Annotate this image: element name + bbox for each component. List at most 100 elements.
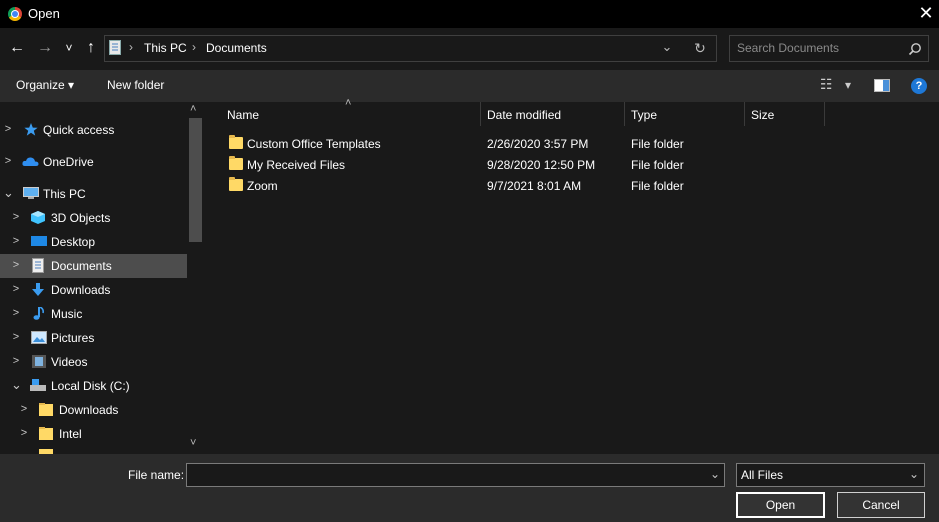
file-name-field[interactable]: [186, 463, 725, 487]
breadcrumb-documents[interactable]: Documents: [206, 41, 267, 55]
file-type: File folder: [631, 179, 684, 193]
forward-icon[interactable]: →: [36, 37, 54, 59]
cube-icon: [31, 211, 45, 224]
sidebar-item-label: OneDrive: [43, 155, 94, 169]
new-folder-button[interactable]: New folder: [107, 78, 164, 92]
sidebar-item-local-disk[interactable]: ⌄ Local Disk (C:): [0, 374, 187, 398]
cancel-button[interactable]: Cancel: [837, 492, 925, 518]
file-name-history-icon[interactable]: ⌄: [710, 467, 720, 481]
expand-chevron-icon[interactable]: >: [11, 306, 21, 320]
column-divider[interactable]: [824, 102, 825, 126]
sidebar-item-videos[interactable]: > Videos: [0, 350, 187, 374]
drive-icon: [30, 379, 46, 391]
organize-button[interactable]: Organize ▾: [16, 78, 74, 92]
sidebar-item-this-pc[interactable]: ⌄ This PC: [0, 182, 187, 206]
breadcrumb-separator: ›: [192, 40, 196, 54]
file-date: 2/26/2020 3:57 PM: [487, 137, 589, 151]
file-type: File folder: [631, 158, 684, 172]
refresh-icon[interactable]: ↻: [690, 37, 710, 59]
expand-chevron-icon[interactable]: >: [19, 426, 29, 440]
sidebar-item-label: Downloads: [51, 283, 111, 297]
expand-chevron-icon[interactable]: >: [11, 330, 21, 344]
expand-chevron-icon[interactable]: >: [11, 354, 21, 368]
download-icon: [32, 283, 44, 296]
address-history-icon[interactable]: ⌄: [658, 36, 676, 58]
expand-chevron-icon[interactable]: >: [19, 402, 29, 416]
open-button[interactable]: Open: [736, 492, 825, 518]
sidebar-item-music[interactable]: > Music: [0, 302, 187, 326]
sidebar-item-label: Intel: [59, 427, 82, 441]
video-icon: [32, 355, 46, 368]
scroll-down-icon[interactable]: ˅: [190, 437, 196, 449]
column-header-date-modified[interactable]: Date modified: [487, 108, 561, 122]
sidebar-scroll-thumb[interactable]: [189, 118, 202, 242]
column-divider[interactable]: [624, 102, 625, 126]
file-name: Zoom: [247, 179, 278, 193]
sidebar-item-label: Quick access: [43, 123, 115, 137]
star-icon: [24, 123, 38, 136]
document-icon: [32, 258, 44, 273]
sidebar-item-label: Pictures: [51, 331, 95, 345]
file-name: Custom Office Templates: [247, 137, 381, 151]
sidebar-item-label: Desktop: [51, 235, 96, 249]
preview-pane-icon[interactable]: [874, 79, 890, 92]
sidebar-item-documents[interactable]: > Documents: [0, 254, 187, 278]
column-header-type[interactable]: Type: [631, 108, 657, 122]
sidebar-item-label: Local Disk (C:): [51, 379, 130, 393]
expand-chevron-icon[interactable]: >: [11, 282, 21, 296]
sidebar-item-pictures[interactable]: > Pictures: [0, 326, 187, 350]
breadcrumb-this-pc[interactable]: This PC: [144, 41, 187, 55]
sidebar-item-c-downloads[interactable]: > Downloads: [0, 398, 187, 422]
folder-icon: [39, 427, 53, 440]
sidebar-item-intel[interactable]: > Intel: [0, 422, 187, 446]
column-divider[interactable]: [480, 102, 481, 126]
scroll-up-icon[interactable]: ˄: [190, 103, 196, 115]
recent-locations-icon[interactable]: ˅: [62, 37, 76, 59]
sidebar-item-label: Music: [51, 307, 83, 321]
documents-location-icon: [109, 40, 121, 55]
file-type: File folder: [631, 137, 684, 151]
up-icon[interactable]: ↑: [82, 37, 100, 59]
expand-chevron-icon[interactable]: >: [3, 122, 13, 136]
expand-chevron-icon[interactable]: >: [11, 258, 21, 272]
file-row[interactable]: My Received Files 9/28/2020 12:50 PM Fil…: [222, 155, 822, 175]
sidebar-item-3d-objects[interactable]: > 3D Objects: [0, 206, 187, 230]
window-title: Open: [28, 6, 60, 21]
folder-icon: [229, 156, 243, 170]
breadcrumb-separator: ›: [129, 40, 133, 54]
help-icon[interactable]: ?: [911, 78, 927, 94]
column-header-name[interactable]: Name: [227, 108, 259, 122]
sidebar-item-label: Documents: [51, 259, 112, 273]
sidebar-item-quick-access[interactable]: > Quick access: [0, 118, 187, 142]
file-name-label: File name:: [128, 468, 185, 482]
back-icon[interactable]: ←: [8, 37, 26, 59]
search-icon[interactable]: [908, 42, 922, 56]
collapse-chevron-icon[interactable]: ⌄: [11, 378, 22, 392]
expand-chevron-icon[interactable]: >: [11, 210, 21, 224]
music-icon: [33, 307, 44, 320]
folder-icon: [39, 403, 53, 416]
change-view-icon[interactable]: ☷: [820, 76, 833, 93]
sidebar-item-label: 3D Objects: [51, 211, 111, 225]
view-dropdown-icon[interactable]: ▾: [845, 78, 851, 92]
folder-icon: [229, 177, 243, 191]
file-row[interactable]: Custom Office Templates 2/26/2020 3:57 P…: [222, 134, 822, 154]
picture-icon: [31, 331, 47, 344]
expand-chevron-icon[interactable]: >: [3, 154, 13, 168]
expand-chevron-icon[interactable]: >: [11, 234, 21, 248]
chevron-down-icon[interactable]: ⌄: [909, 467, 919, 481]
sidebar-item-label: This PC: [43, 187, 86, 201]
sidebar-item-desktop[interactable]: > Desktop: [0, 230, 187, 254]
close-icon[interactable]: ✕: [916, 3, 936, 23]
sidebar-item-onedrive[interactable]: > OneDrive: [0, 150, 187, 174]
sidebar-item-downloads[interactable]: > Downloads: [0, 278, 187, 302]
file-date: 9/7/2021 8:01 AM: [487, 179, 582, 193]
computer-icon: [23, 187, 39, 199]
column-divider[interactable]: [744, 102, 745, 126]
collapse-chevron-icon[interactable]: ⌄: [3, 186, 14, 200]
file-type-value: All Files: [741, 468, 784, 482]
column-header-size[interactable]: Size: [751, 108, 774, 122]
folder-icon: [229, 135, 243, 149]
file-date: 9/28/2020 12:50 PM: [487, 158, 596, 172]
file-row[interactable]: Zoom 9/7/2021 8:01 AM File folder: [222, 176, 822, 196]
